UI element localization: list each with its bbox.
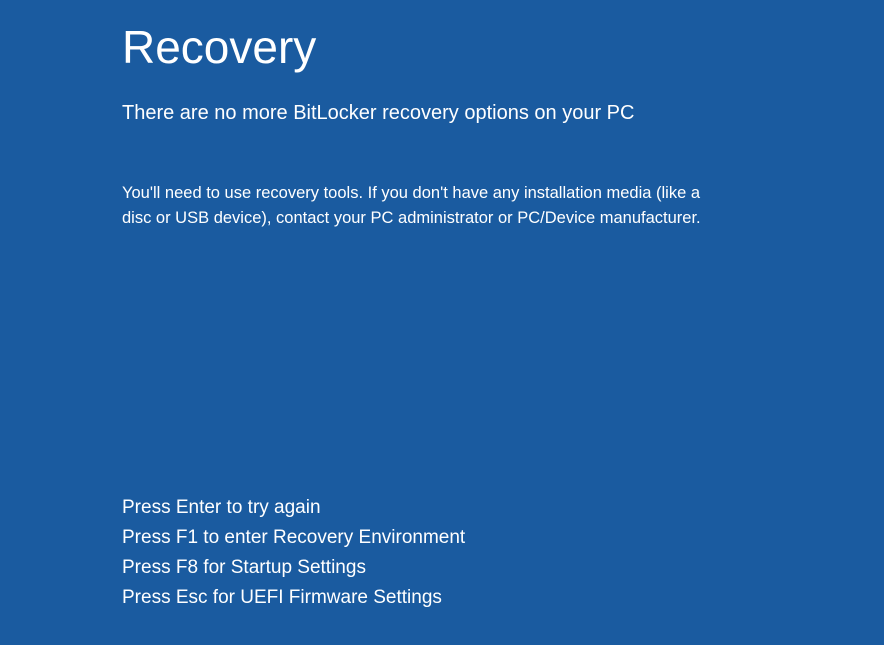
error-subtitle: There are no more BitLocker recovery opt… — [122, 102, 784, 125]
instruction-enter[interactable]: Press Enter to try again — [122, 493, 465, 523]
instruction-f1[interactable]: Press F1 to enter Recovery Environment — [122, 523, 465, 553]
recovery-screen: Recovery There are no more BitLocker rec… — [0, 0, 884, 645]
keyboard-instructions: Press Enter to try again Press F1 to ent… — [122, 493, 465, 613]
page-title: Recovery — [122, 20, 784, 74]
error-body-text: You'll need to use recovery tools. If yo… — [122, 181, 712, 231]
instruction-esc[interactable]: Press Esc for UEFI Firmware Settings — [122, 583, 465, 613]
instruction-f8[interactable]: Press F8 for Startup Settings — [122, 553, 465, 583]
